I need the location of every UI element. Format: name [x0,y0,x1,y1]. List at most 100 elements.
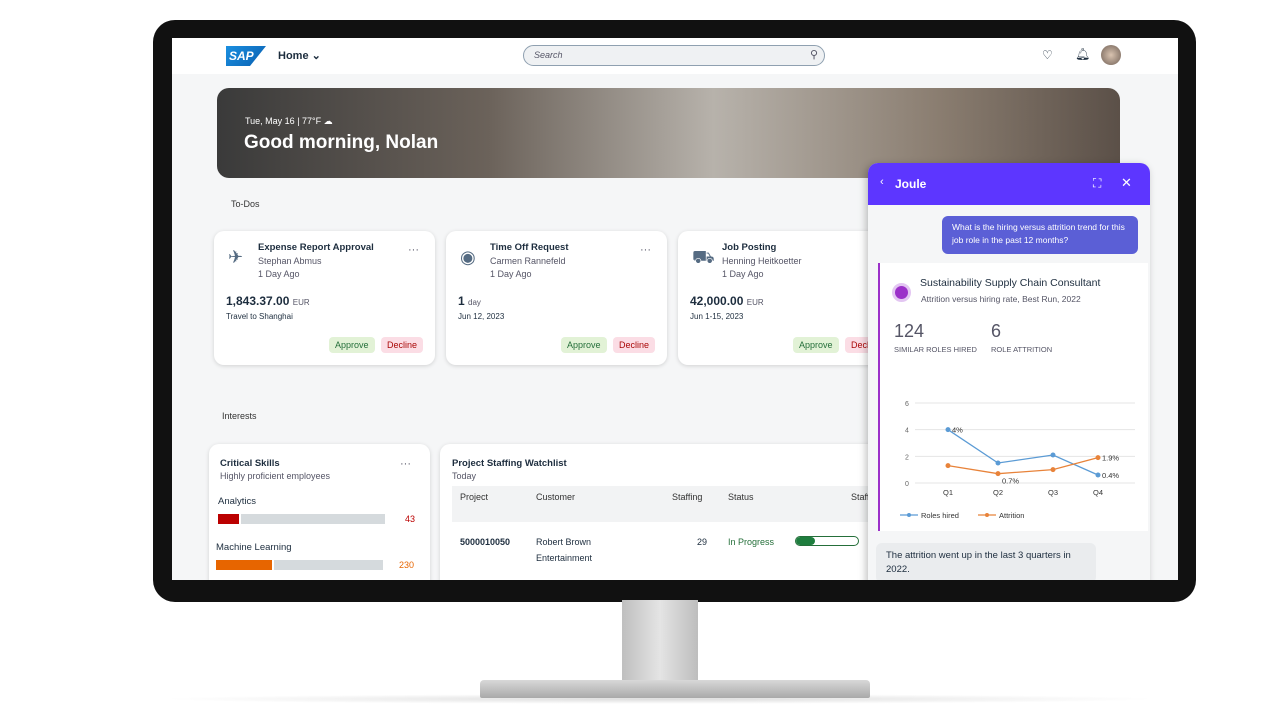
todo-card[interactable]: ⛟ Job Posting Henning Heitkoetter 1 Day … [678,231,899,365]
column-header[interactable]: Customer [536,492,575,502]
staffing-progress [795,536,859,546]
airplane-icon: ✈ [228,247,244,267]
todo-title: Time Off Request [490,242,569,253]
card-subtitle: Highly proficient employees [220,471,331,481]
card-subtitle: Today [452,471,477,481]
kpi-value: 6 [991,321,1002,341]
todo-amount: 1,843.37.00 EUR [226,294,310,308]
more-icon[interactable]: ··· [640,244,651,256]
cloud-icon: ☁ [323,116,333,126]
decline-button[interactable]: Decline [613,337,656,353]
legend-label: Attrition [999,511,1024,520]
data-label: 1.9% [1102,454,1119,463]
user-message: What is the hiring versus attrition tren… [942,216,1138,254]
joule-answer-card: Sustainability Supply Chain Consultant A… [878,263,1148,531]
project-id: 5000010050 [460,537,511,547]
greeting: Good morning, Nolan [244,132,439,153]
skill-name: Machine Learning [216,542,292,553]
joule-panel: ‹ Joule ⛶ ✕ What is the hiring versus at… [868,163,1150,580]
date-weather: Tue, May 16 | 77°F ☁ [245,116,333,126]
skill-value: 230 [399,560,415,570]
joule-header: ‹ Joule ⛶ ✕ [868,163,1150,205]
todo-amount: 1 day [458,294,481,308]
bell-icon[interactable]: 🔔︎ [1075,47,1090,61]
approve-button[interactable]: Approve [329,337,375,353]
joule-reply: The attrition went up in the last 3 quar… [876,543,1096,580]
skill-value: 43 [405,514,416,524]
todo-age: 1 Day Ago [258,269,300,279]
location-icon[interactable]: ♡ [1042,48,1053,62]
status-text: In Progress [728,537,775,547]
todo-card[interactable]: ✈ Expense Report Approval Stephan Abmus … [214,231,435,365]
todo-title: Job Posting [722,242,777,253]
column-header[interactable]: Staffing [672,492,702,502]
monitor-stand [622,600,698,684]
sap-logo: SAP [226,46,266,66]
table-row[interactable]: 5000010050 Robert Brown Entertainment 29… [452,534,880,574]
data-label: 0.7% [1002,477,1019,486]
home-label: Home [278,50,309,62]
decline-button[interactable]: Decline [381,337,424,353]
interests-heading: Interests [222,411,257,421]
data-point [1095,472,1101,478]
home-menu[interactable]: Home ⌄ [278,49,321,62]
todo-age: 1 Day Ago [490,269,532,279]
data-point [995,460,1001,466]
todo-person: Stephan Abmus [258,256,322,266]
staffing-watchlist-card[interactable]: Project Staffing Watchlist Today Project… [440,444,880,580]
critical-skills-card[interactable]: Critical Skills Highly proficient employ… [209,444,430,580]
more-icon[interactable]: ··· [400,458,411,470]
skill-bar [216,560,383,570]
todo-age: 1 Day Ago [722,269,764,279]
skill-bar [218,514,385,524]
legend-label: Roles hired [921,511,959,520]
card-subtitle: Attrition versus hiring rate, Best Run, … [921,294,1081,304]
todos-heading: To-Dos [231,199,260,209]
approve-button[interactable]: Approve [793,337,839,353]
skill-name: Analytics [218,496,257,507]
todo-card[interactable]: ◉ Time Off Request Carmen Rannefeld 1 Da… [446,231,667,365]
data-point [1050,467,1056,473]
card-title: Project Staffing Watchlist [452,458,567,469]
data-point [1050,452,1056,458]
avatar[interactable] [1101,45,1121,65]
table-header: Project Customer Staffing Status Staffi [452,486,880,522]
x-tick-label: Q3 [1048,488,1058,497]
data-label: 0.4% [1102,471,1119,480]
x-tick-label: Q2 [993,488,1003,497]
data-point [945,427,951,433]
todo-detail: Jun 1-15, 2023 [690,312,744,321]
joule-title: Joule [895,177,927,191]
search-input[interactable]: Search ⚲ [523,45,825,66]
column-header[interactable]: Project [460,492,488,502]
data-point [1095,455,1101,461]
data-label: 4% [952,426,963,435]
search-icon[interactable]: ⚲ [810,48,818,61]
truck-icon: ⛟ [692,247,715,267]
back-icon[interactable]: ‹ [880,176,884,188]
y-tick-label: 0 [905,481,909,488]
role-icon [892,283,911,302]
x-tick-label: Q4 [1093,488,1103,497]
series-line [947,429,1099,476]
y-tick-label: 4 [905,428,909,435]
close-icon[interactable]: ✕ [1121,175,1132,191]
column-header[interactable]: Status [728,492,754,502]
trend-chart: 0 2 4 6 Q1 Q2 Q3 Q4 4% 0.4% Roles hired 0.7% 1.9% Att… [900,401,1135,520]
y-tick-label: 2 [905,454,909,461]
todo-person: Henning Heitkoetter [722,256,802,266]
customer: Entertainment [536,553,593,563]
monitor-base [480,680,870,698]
more-icon[interactable]: ··· [408,244,419,256]
shell-bar: SAP Home ⌄ Search ⚲ ♡ 🔔︎ [172,38,1178,74]
todo-person: Carmen Rannefeld [490,256,566,266]
person-icon: ◉ [460,247,476,267]
approve-button[interactable]: Approve [561,337,607,353]
legend-marker [907,513,911,517]
legend-marker [985,513,989,517]
y-tick-label: 6 [905,401,909,408]
search-placeholder: Search [534,50,563,60]
kpi-value: 124 [894,321,925,341]
customer: Robert Brown [536,537,592,547]
fullscreen-icon[interactable]: ⛶ [1093,176,1101,191]
